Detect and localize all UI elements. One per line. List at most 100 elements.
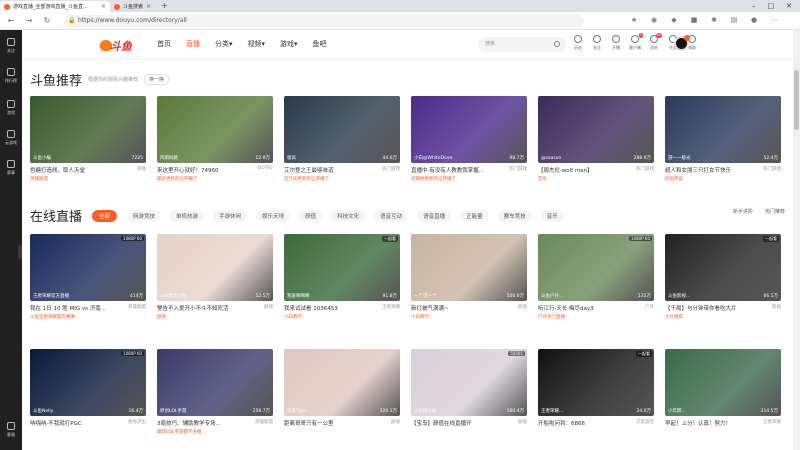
reload-icon[interactable]: ↻ <box>42 16 52 25</box>
stream-card[interactable]: 斗鱼小编 7225 色糖打造线，取人天堂 英雄 英雄联盟 <box>30 96 146 182</box>
stream-category[interactable]: 王者荣耀 <box>382 304 400 312</box>
stream-thumbnail[interactable]: 极高 44.6万 <box>284 96 400 163</box>
stream-thumbnail[interactable]: 1080P 60 王者荣耀官方直播 414万 <box>30 234 146 301</box>
close-tab-icon[interactable]: × <box>146 3 151 10</box>
stream-title[interactable]: 我在 1日 10 胜 MIG vs 济南... <box>30 304 106 312</box>
stream-category[interactable]: 热门游戏 <box>509 166 527 174</box>
profile-icon[interactable]: ● <box>750 16 758 24</box>
stream-title[interactable]: 超人和女朋三只打女节快乐 <box>665 166 731 174</box>
stream-card[interactable]: 1080P 60 斗鱼Nelly 16.4万呐嗨呐·不我就打PGC 绝地求生 <box>30 349 146 435</box>
stream-thumbnail[interactable]: 小白@WhiteDove 98.7万 <box>411 96 527 163</box>
puzzle-icon[interactable]: ✱ <box>710 16 718 24</box>
stream-category[interactable]: 颜值 <box>518 419 527 427</box>
category-chip[interactable]: 单机热游 <box>170 209 205 222</box>
category-chip[interactable]: 娱乐天地 <box>256 209 291 222</box>
stream-thumbnail[interactable]: 1080P 60 斗鱼Nelly 16.4万 <box>30 349 146 416</box>
collections-icon[interactable]: ▤ <box>730 16 738 24</box>
stream-title[interactable]: 早起！上分！认真！努力！ <box>665 419 731 427</box>
stream-card[interactable]: 一起看 王者荣耀... 24.0万开船啦问到：6866 交友语音 <box>538 349 654 435</box>
search-icon[interactable] <box>554 41 560 47</box>
scrollbar-thumb[interactable] <box>794 70 799 130</box>
stream-title[interactable]: 【宝岛】颜值在线直播开 <box>411 419 472 427</box>
minimize-icon[interactable]: – <box>752 2 756 10</box>
avatar[interactable] <box>674 35 690 51</box>
stream-card[interactable]: 一个可一个 500.0万 新打被气满满~ 颜值 小白教学 <box>411 234 527 320</box>
stream-card[interactable]: 一起看 斗鱼影视... 66.5万 【千局】与分钟带你看吃大片 影视 大片推荐 <box>665 234 781 320</box>
stream-category[interactable]: 影视 <box>772 304 781 312</box>
category-chip[interactable]: 正能量 <box>460 209 489 222</box>
stream-thumbnail[interactable]: 55501 小妖精小仙 160.4万 <box>411 349 527 416</box>
stream-category[interactable]: 英雄 <box>137 166 146 174</box>
sidebar-item-events[interactable]: 赛事 <box>0 160 22 176</box>
stream-thumbnail[interactable]: 一起看 我爱啊啊啊 91.8万 <box>284 234 400 301</box>
newbie-link[interactable]: 新手进阶 <box>733 208 753 215</box>
menu-dots-icon[interactable]: ⋯ <box>770 16 778 24</box>
stream-card[interactable]: @season 288.9万 【周杰伦·wolf man】 热门游戏 音乐 <box>538 96 654 182</box>
stream-card[interactable]: 原创LOL手游 258.7万 3局技巧、辅助教学专场... 英雄联盟 最新LOL手游教学… <box>157 349 273 435</box>
stream-category[interactable]: 颜值 <box>518 304 527 312</box>
stream-title[interactable]: 3局技巧、辅助教学专场... <box>157 419 221 427</box>
stream-thumbnail[interactable]: 游一一极光 52.4万 <box>665 96 781 163</box>
stream-card[interactable]: 55501 小妖精小仙 160.4万【宝岛】颜值在线直播开 颜值 <box>411 349 527 435</box>
stream-category[interactable]: DOTA2 <box>258 166 273 174</box>
sidebar-item-follow[interactable]: 关注 <box>0 38 22 54</box>
tool-message[interactable]: 99 消息 <box>646 33 662 51</box>
stream-title[interactable]: 呐嗨呐·不我就打PGC <box>30 419 82 427</box>
stream-category[interactable]: 交友语音 <box>636 419 654 427</box>
stream-card[interactable]: 1080P 60 王者荣耀官方直播 414万我在 1日 10 胜 MIG vs 济南… <box>30 234 146 320</box>
stream-title[interactable]: 开船啦问到：6866 <box>538 419 585 427</box>
stream-category[interactable]: 英雄联盟 <box>255 419 273 427</box>
forward-icon[interactable]: → <box>24 16 34 25</box>
stream-thumbnail[interactable]: @season 288.9万 <box>538 96 654 163</box>
sidebar-item-game[interactable]: 游戏 <box>0 100 22 116</box>
stream-thumbnail[interactable]: 一起看 王者荣耀... 24.0万 <box>538 349 654 416</box>
page-scrollbar[interactable] <box>793 30 800 450</box>
stream-category[interactable]: 绝地求生 <box>128 419 146 427</box>
category-chip[interactable]: 手游休闲 <box>213 209 248 222</box>
stream-thumbnail[interactable]: vx0新晋斗鱼 12.5万 <box>157 234 273 301</box>
close-tab-icon[interactable]: × <box>101 3 106 10</box>
hot-recommend-link[interactable]: 热门推荐 <box>765 208 785 215</box>
stream-title[interactable]: 【周杰伦·wolf man】 <box>538 166 593 174</box>
stream-card[interactable]: 风雨同路 12.9万 来这里开心就好！74960 DOTA2 最近更新的让开播了 <box>157 96 273 182</box>
stream-category[interactable]: 颜值 <box>391 419 400 427</box>
tool-client[interactable]: 1 客户端 <box>627 33 643 51</box>
refresh-button[interactable]: 换一换 <box>144 74 170 85</box>
bookmark-star-icon[interactable]: ★ <box>630 16 638 24</box>
stream-thumbnail[interactable]: 一个可一个 500.0万 <box>411 234 527 301</box>
stream-title[interactable]: 【千局】与分钟带你看吃大片 <box>665 304 737 312</box>
stream-thumbnail[interactable]: 风雨同路 12.9万 <box>157 96 273 163</box>
category-chip[interactable]: 语音互动 <box>374 209 409 222</box>
stream-card[interactable]: 极高 44.6万 艾尔登之王最够味道 热门游戏 近几天更新的让开播了 <box>284 96 400 182</box>
stream-category[interactable]: 热门游戏 <box>382 166 400 174</box>
stream-title[interactable]: 听江行·天长·梅尽day3 <box>538 304 594 312</box>
nav-category[interactable]: 分类▾ <box>215 39 233 49</box>
stream-title[interactable]: 警告不入爱开小不斗不知死活 <box>157 304 229 312</box>
category-chip[interactable]: 颜值 <box>299 209 323 222</box>
browser-tab-active[interactable]: 游戏直播_全部游戏直播_斗鱼直... × <box>0 1 110 12</box>
category-chip[interactable]: 网游竞技 <box>127 209 162 222</box>
browser-tab[interactable]: 斗鱼搜索 × <box>110 1 155 12</box>
sidebar-item-cloud-game[interactable]: 云游戏 <box>0 130 22 146</box>
stream-thumbnail[interactable]: 原创LOL手游 258.7万 <box>157 349 273 416</box>
stream-category[interactable]: 户外 <box>645 304 654 312</box>
stream-thumbnail[interactable]: 斗鱼小编 7225 <box>30 96 146 163</box>
category-chip[interactable]: 语音直播 <box>417 209 452 222</box>
tool-follow[interactable]: 关注 <box>589 35 605 51</box>
sidebar-item-rank[interactable]: 排行榜 <box>0 68 22 84</box>
stream-card[interactable]: 温柔Tiger 320.1万 距离哥哥只有一公里 颜值 <box>284 349 400 435</box>
stream-category[interactable]: 热门游戏 <box>636 166 654 174</box>
category-chip[interactable]: 赛车竞技 <box>497 209 532 222</box>
nav-game[interactable]: 游戏▾ <box>280 39 298 49</box>
stream-thumbnail[interactable]: 1080P 60 斗鱼户外... 135万 <box>538 234 654 301</box>
stream-category[interactable]: 王者荣耀 <box>763 419 781 427</box>
extension-icon[interactable]: ■ <box>690 16 698 24</box>
stream-thumbnail[interactable]: 一起看 斗鱼影视... 66.5万 <box>665 234 781 301</box>
sidebar-expand-handle[interactable] <box>18 245 22 259</box>
stream-category[interactable]: 颜值 <box>264 304 273 312</box>
nav-live[interactable]: 直播 <box>186 39 200 49</box>
nav-home[interactable]: 首页 <box>157 39 171 49</box>
maximize-icon[interactable]: □ <box>768 2 775 10</box>
back-icon[interactable]: ← <box>6 16 16 25</box>
stream-card[interactable]: 小年糕... 214.5万 早起！上分！认真！努力！ 王者荣耀 <box>665 349 781 435</box>
